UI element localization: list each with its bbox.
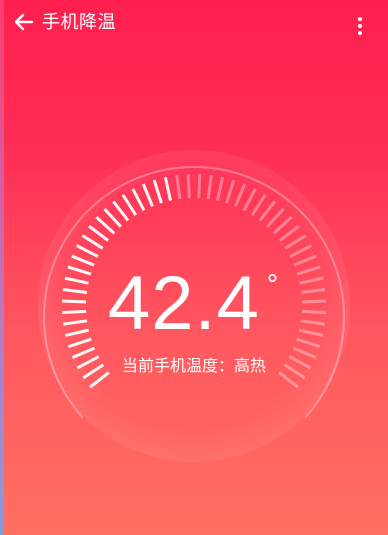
- gauge-tick: [301, 309, 326, 315]
- gauge-tick: [301, 299, 326, 304]
- status-value: 高热: [234, 356, 267, 375]
- gauge-tick: [186, 174, 191, 199]
- gauge-tick: [197, 174, 202, 199]
- temperature-status: 当前手机温度：高热: [0, 356, 388, 376]
- status-separator: ：: [217, 356, 234, 375]
- gauge-tick: [62, 299, 87, 304]
- screen: 手机降温 42.4 ° 当前手机温度：高热: [0, 0, 388, 535]
- degree-symbol: °: [266, 270, 279, 300]
- status-label: 当前手机温度: [121, 356, 218, 375]
- temperature-value: 42.4: [108, 261, 260, 346]
- gauge-tick: [62, 309, 87, 315]
